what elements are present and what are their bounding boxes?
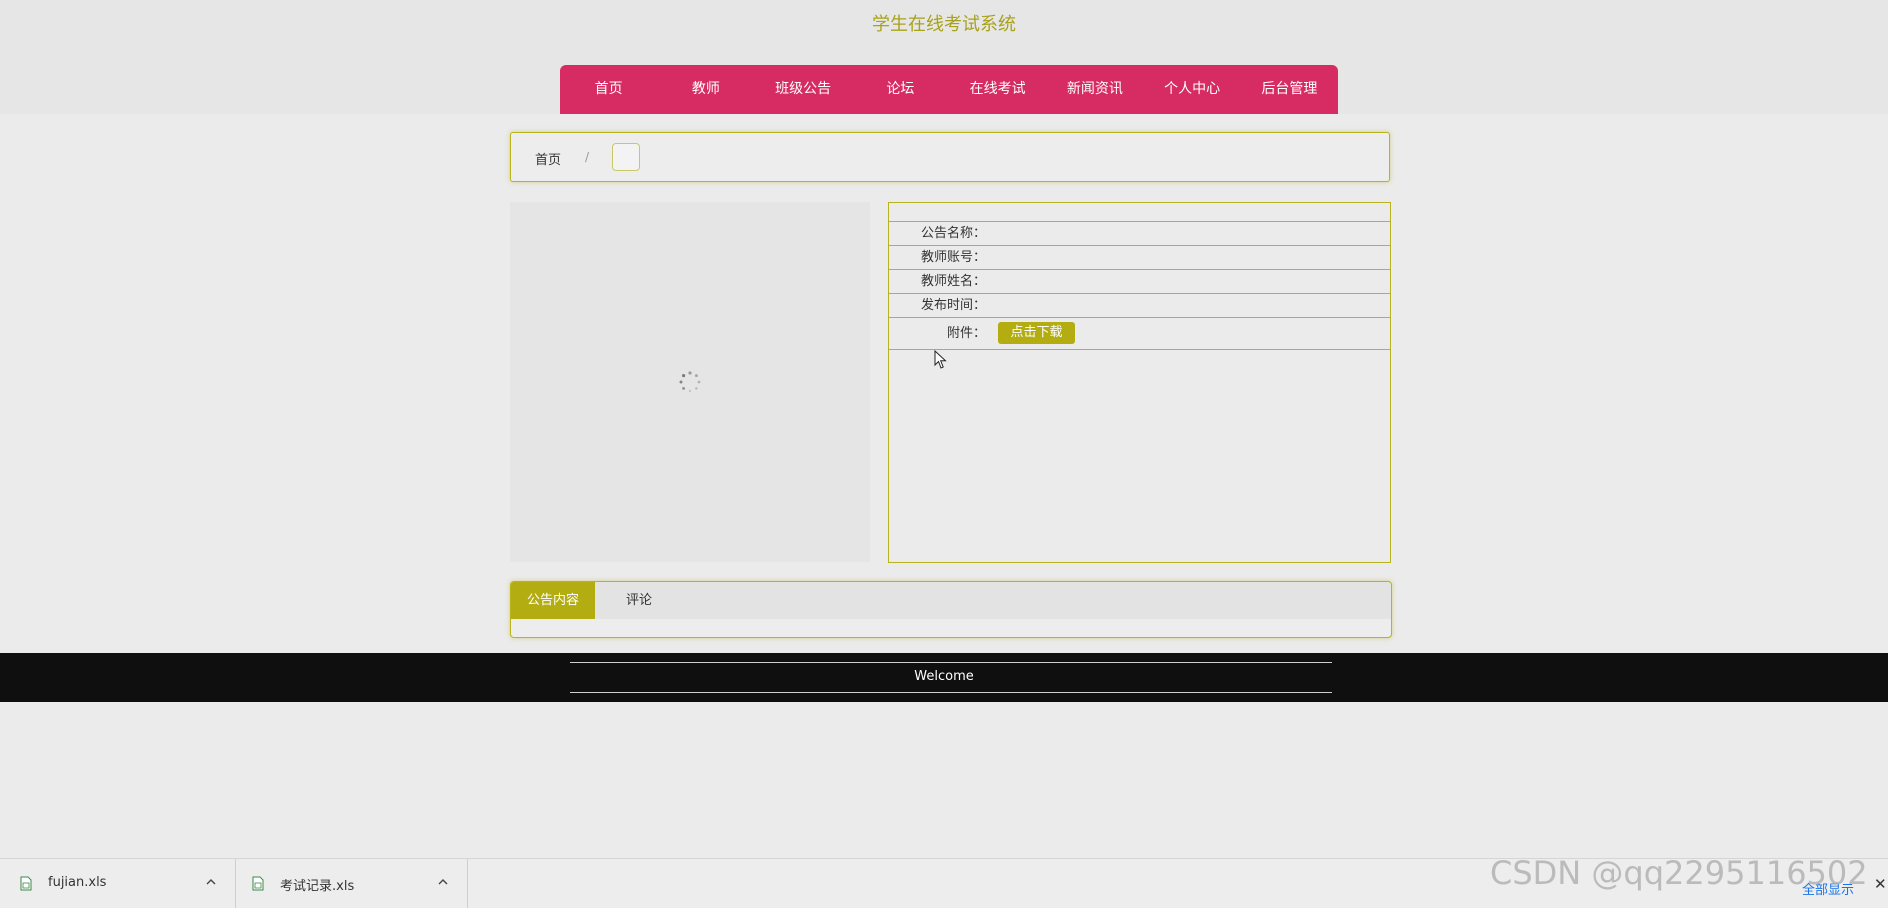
- label-teacher-name: 教师姓名：: [920, 274, 986, 289]
- details-row-publish-time: 发布时间：: [889, 294, 1390, 318]
- xls-file-icon: [20, 876, 32, 891]
- breadcrumb-separator: /: [585, 150, 590, 164]
- label-notice-name: 公告名称：: [920, 226, 986, 241]
- footer-divider-top: [570, 662, 1332, 663]
- details-row-teacher-account: 教师账号：: [889, 246, 1390, 270]
- breadcrumb: 首页 /: [510, 132, 1390, 182]
- site-header: 学生在线考试系统 首页 教师 班级公告 论坛 在线考试 新闻资讯 个人中心 后台…: [0, 0, 1888, 114]
- nav-item-online-exam[interactable]: 在线考试: [949, 65, 1046, 114]
- csdn-watermark: CSDN @qq2295116502: [1490, 854, 1868, 892]
- details-header-row: [889, 203, 1390, 222]
- footer-divider-bottom: [570, 692, 1332, 693]
- label-publish-time: 发布时间：: [920, 298, 986, 313]
- breadcrumb-home-link[interactable]: 首页: [535, 149, 561, 168]
- label-attachment: 附件：: [946, 326, 986, 341]
- close-icon[interactable]: ✕: [1874, 875, 1887, 893]
- loading-spinner-icon: [679, 371, 701, 393]
- nav-item-home[interactable]: 首页: [560, 65, 657, 114]
- mouse-cursor-icon: [934, 350, 947, 369]
- xls-file-icon: [252, 876, 264, 891]
- tab-strip: 公告内容 评论: [511, 582, 1391, 619]
- download-item[interactable]: 考试记录.xls: [236, 859, 468, 908]
- notice-tab-panel: 公告内容 评论: [510, 581, 1392, 638]
- nav-item-teachers[interactable]: 教师: [657, 65, 754, 114]
- chevron-up-icon[interactable]: [437, 877, 449, 887]
- nav-item-forum[interactable]: 论坛: [852, 65, 949, 114]
- download-item[interactable]: fujian.xls: [0, 859, 236, 908]
- notice-details-table: 公告名称： 教师账号： 教师姓名： 发布时间： 附件： 点击下载: [888, 202, 1391, 563]
- tab-comments[interactable]: 评论: [595, 582, 683, 619]
- label-teacher-account: 教师账号：: [920, 250, 986, 265]
- download-attachment-button[interactable]: 点击下载: [998, 322, 1075, 344]
- chevron-up-icon[interactable]: [205, 877, 217, 887]
- breadcrumb-current: [612, 143, 640, 171]
- nav-item-profile[interactable]: 个人中心: [1144, 65, 1241, 114]
- notice-image-panel: [510, 202, 870, 562]
- site-footer: Welcome: [0, 653, 1888, 702]
- tab-notice-content[interactable]: 公告内容: [511, 582, 595, 619]
- download-file-name: 考试记录.xls: [280, 879, 355, 894]
- details-row-notice-name: 公告名称：: [889, 222, 1390, 246]
- main-nav: 首页 教师 班级公告 论坛 在线考试 新闻资讯 个人中心 后台管理: [560, 65, 1338, 114]
- footer-welcome-text: Welcome: [914, 669, 974, 684]
- nav-item-class-notices[interactable]: 班级公告: [755, 65, 852, 114]
- nav-item-admin[interactable]: 后台管理: [1241, 65, 1338, 114]
- details-row-teacher-name: 教师姓名：: [889, 270, 1390, 294]
- details-row-attachment: 附件： 点击下载: [889, 318, 1390, 350]
- download-file-name: fujian.xls: [48, 875, 107, 890]
- site-title: 学生在线考试系统: [872, 14, 1016, 35]
- nav-item-news[interactable]: 新闻资讯: [1046, 65, 1143, 114]
